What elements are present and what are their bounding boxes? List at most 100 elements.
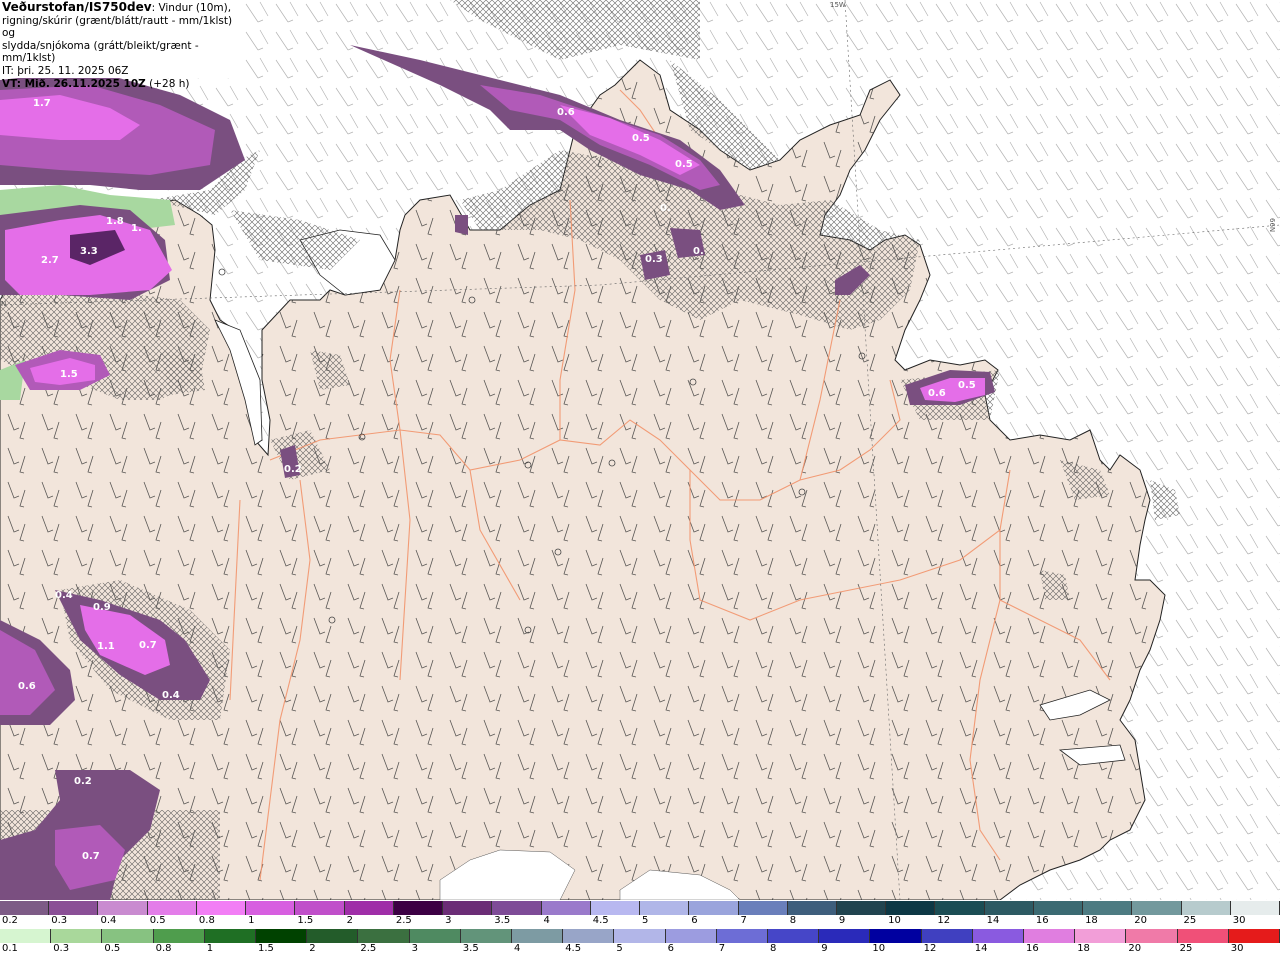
legend-label: 0.8: [155, 943, 172, 954]
precip-label: 0.3: [645, 254, 663, 265]
legend-swatch: [0, 901, 50, 915]
legend-label: 2: [346, 915, 353, 926]
legend-swatch: [886, 901, 936, 915]
legend-label: 14: [986, 915, 1000, 926]
legend-label: 3.5: [462, 943, 479, 954]
legend-swatch: [1177, 929, 1229, 943]
legend-label: 30: [1232, 915, 1246, 926]
legend-label: 5: [616, 943, 623, 954]
legend-label: 1.5: [297, 915, 314, 926]
snow-legend: [0, 901, 1280, 915]
legend-swatch: [1083, 901, 1133, 915]
legend-swatch: [196, 901, 247, 915]
legend-label: 20: [1134, 915, 1148, 926]
forecast-offset: (+28 h): [145, 77, 190, 90]
legend-swatch: [1228, 929, 1280, 943]
precip-label: 0.5: [675, 159, 693, 170]
legend-label: 6: [691, 915, 698, 926]
precip-label: 1.7: [33, 98, 51, 109]
legend-swatch: [984, 901, 1034, 915]
legend-swatch: [460, 929, 513, 943]
precip-label: 0.5: [632, 133, 650, 144]
legend-swatch: [1024, 929, 1076, 943]
legend-label: 1: [248, 915, 255, 926]
legend-swatch: [563, 929, 615, 943]
legend-swatch: [640, 901, 690, 915]
legend-label: 12: [923, 943, 937, 954]
precip-label: 1.8: [106, 216, 124, 227]
legend-label: 0.3: [51, 915, 68, 926]
rain-legend: [0, 929, 1280, 943]
rain-legend-labels: 0.1 0.3 0.5 0.8 1 1.5 2 2.5 3 3.5 4 4.5 5 6 7 8 9 10 12 14 1…: [0, 943, 1280, 955]
legend-label: 18: [1077, 943, 1090, 954]
legend-swatch: [49, 901, 99, 915]
legend-label: 12: [937, 915, 951, 926]
legend-swatch: [443, 901, 493, 915]
snow-legend-labels: 0.2 0.3 0.4 0.5 0.8 1 1.5 2 2.5 3 3.5 4 4.5 5 6 7 8 9 10 12…: [0, 915, 1280, 927]
precip-label: 0.7: [139, 640, 157, 651]
legend-label: 0.8: [198, 915, 215, 926]
legend-label: 0.1: [2, 943, 18, 954]
legend-label: 20: [1128, 943, 1142, 954]
legend-swatch: [972, 929, 1025, 943]
map-description-line2: rigning/skúrir (grænt/blátt/rautt - mm/1…: [2, 14, 233, 40]
legend-label: 0.5: [104, 943, 121, 954]
legend-swatch: [689, 901, 739, 915]
legend-swatch: [787, 901, 837, 915]
latitude-label: 66N: [1268, 218, 1276, 233]
legend-label: 14: [974, 943, 988, 954]
legend-swatch: [1132, 901, 1182, 915]
legend-swatch: [870, 929, 922, 943]
legend-label: 3: [411, 943, 418, 954]
legend-swatch: [590, 901, 641, 915]
legend-swatch: [153, 929, 205, 943]
map-title: Veðurstofan/IS750dev: [2, 0, 152, 14]
legend-swatch: [716, 929, 769, 943]
legend-label: 3.5: [494, 915, 511, 926]
legend-label: 0.3: [53, 943, 70, 954]
legend-label: 10: [872, 943, 886, 954]
legend-swatch: [1033, 901, 1084, 915]
legend-label: 2.5: [360, 943, 377, 954]
legend-label: 7: [740, 915, 747, 926]
legend-swatch: [1181, 901, 1231, 915]
map-description: : Vindur (10m),: [151, 2, 232, 14]
legend-swatch: [358, 929, 410, 943]
precip-label: 0.: [660, 203, 671, 214]
legend-label: 0.4: [100, 915, 117, 926]
precip-label: 1.: [131, 223, 142, 234]
legend-swatch: [665, 929, 717, 943]
legend-swatch: [409, 929, 461, 943]
legend-label: 7: [718, 943, 726, 954]
legend-label: 4: [543, 915, 550, 926]
legend-label: 25: [1179, 943, 1193, 954]
precip-label: 0.2: [74, 776, 92, 787]
legend-swatch: [246, 901, 296, 915]
legend-swatch: [935, 901, 985, 915]
legend-label: 3: [445, 915, 452, 926]
precip-label: 0.7: [82, 851, 100, 862]
legend-swatch: [98, 901, 148, 915]
legend-label: 2.5: [395, 915, 412, 926]
legend-label: 8: [770, 943, 777, 954]
precip-label: 1.1: [97, 641, 115, 652]
legend-label: 8: [789, 915, 797, 926]
legend-swatch: [836, 901, 887, 915]
legend-swatch: [147, 901, 197, 915]
legend-label: 6: [667, 943, 674, 954]
legend-swatch: [256, 929, 308, 943]
valid-time: VT: Mið. 26.11.2025 10Z: [2, 77, 146, 90]
legend-label: 4.5: [592, 915, 609, 926]
latitude-label-left: N: [1, 300, 7, 308]
legend-swatch: [512, 929, 564, 943]
precip-label: 0.4: [162, 690, 180, 701]
legend-label: 9: [821, 943, 828, 954]
legend-label: 9: [838, 915, 846, 926]
legend-swatch: [307, 929, 359, 943]
map-description-line3: slydda/snjókoma (grátt/bleikt/grænt - mm…: [2, 39, 199, 65]
legend-swatch: [344, 901, 394, 915]
legend-swatch: [0, 929, 52, 943]
initial-time: IT: þri. 25. 11. 2025 06Z: [2, 64, 129, 77]
precip-label: 0.6: [928, 388, 946, 399]
legend-label: 16: [1035, 915, 1049, 926]
